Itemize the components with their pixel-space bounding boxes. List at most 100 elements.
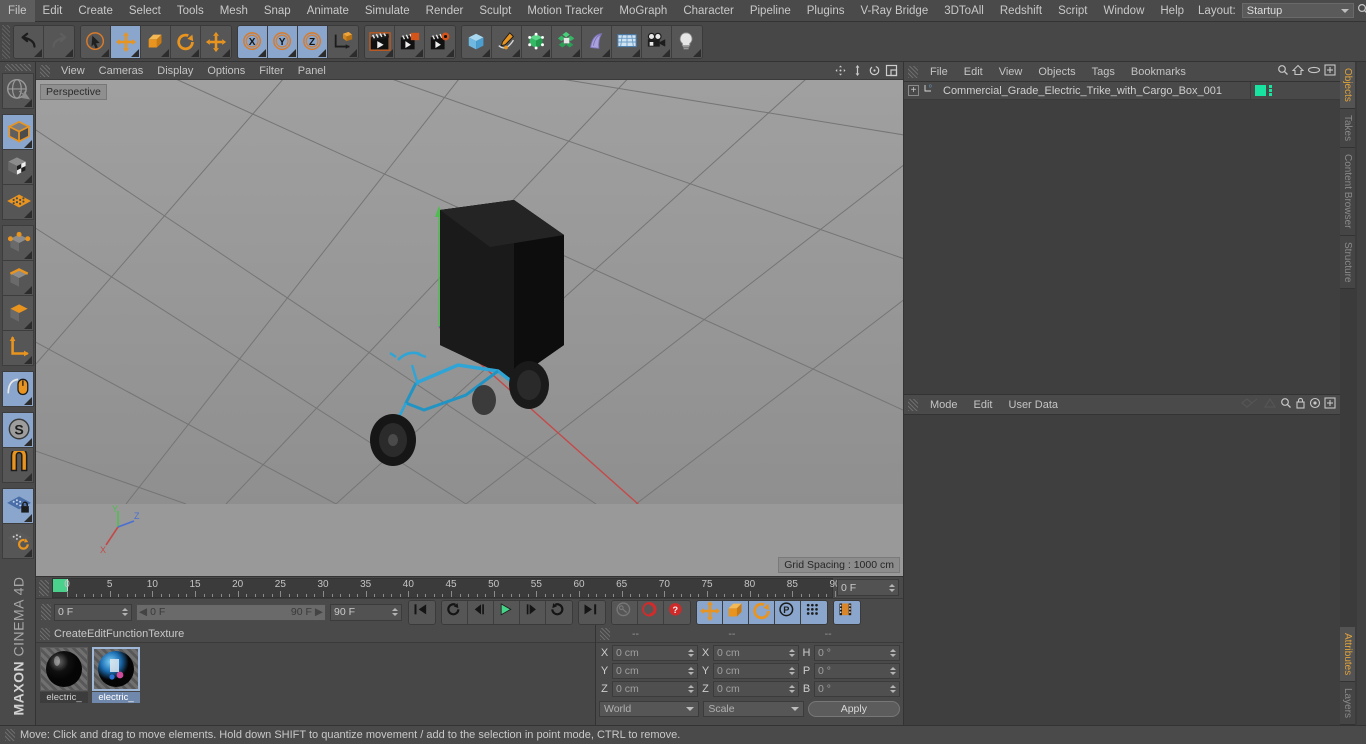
viewport-menu-panel[interactable]: Panel [291, 62, 333, 80]
orbit-icon[interactable] [867, 63, 882, 78]
expand-toggle-icon[interactable]: + [908, 85, 919, 96]
menu-script[interactable]: Script [1050, 0, 1095, 22]
attribute-menu-mode[interactable]: Mode [922, 395, 966, 415]
add-environment-button[interactable] [612, 25, 642, 58]
material-grip[interactable] [40, 627, 50, 640]
material-menu-texture[interactable]: Texture [148, 625, 184, 643]
menu-tools[interactable]: Tools [169, 0, 212, 22]
stepper-icon[interactable] [788, 667, 795, 675]
timeline-range-slider[interactable]: ◀ 0 F 90 F ▶ [136, 603, 326, 621]
palette-grip[interactable] [4, 64, 31, 71]
timeline-ruler[interactable]: 0 5 10 15 20 25 30 35 40 45 50 55 60 65 70 75 80 85 90 [52, 577, 841, 598]
attribute-menu-edit[interactable]: Edit [966, 395, 1001, 415]
world-object-coordinates[interactable] [328, 25, 358, 58]
rewind-button[interactable] [442, 600, 468, 624]
point-level-animation-toggle[interactable] [801, 600, 827, 624]
home-icon[interactable] [1291, 64, 1305, 79]
toolbar-grip[interactable] [2, 24, 10, 59]
coordinate-field[interactable]: 0 cm [612, 645, 698, 661]
scale-key-toggle[interactable] [723, 600, 749, 624]
keyframe-selection-button[interactable]: ? [664, 600, 690, 624]
timeline-mode-button[interactable] [834, 600, 860, 624]
vtab-layers[interactable]: Layers [1340, 681, 1355, 725]
dolly-icon[interactable] [850, 63, 865, 78]
attribute-menu-user-data[interactable]: User Data [1001, 395, 1067, 415]
stepper-icon[interactable] [391, 608, 398, 616]
menu-help[interactable]: Help [1152, 0, 1192, 22]
search-icon[interactable] [1277, 64, 1289, 79]
enable-snapping-button[interactable] [1, 371, 34, 407]
menu-animate[interactable]: Animate [299, 0, 357, 22]
menu-create[interactable]: Create [70, 0, 121, 22]
range-right-arrow-icon[interactable]: ▶ [315, 606, 323, 618]
timeline-grip[interactable] [39, 579, 49, 596]
material-menu-create[interactable]: Create [54, 625, 87, 643]
rotate-tool[interactable] [171, 25, 201, 58]
coordinate-field[interactable]: 0 cm [612, 663, 698, 679]
coordinate-field[interactable]: 0 cm [713, 663, 799, 679]
material-item[interactable]: electric_ [40, 647, 88, 721]
current-frame-field[interactable]: 0 F [837, 579, 899, 596]
coordinate-field[interactable]: 0 ° [814, 663, 900, 679]
move-tool[interactable] [111, 25, 141, 58]
vtab-objects[interactable]: Objects [1340, 62, 1355, 109]
menu-render[interactable]: Render [418, 0, 472, 22]
triangle-icon[interactable] [1263, 397, 1277, 412]
add-light-button[interactable] [672, 25, 702, 58]
stepper-icon[interactable] [788, 685, 795, 693]
record-active-objects-button[interactable] [612, 600, 638, 624]
soft-selection-button[interactable]: S [1, 412, 34, 448]
scale-tool[interactable] [141, 25, 171, 58]
points-mode-button[interactable] [1, 225, 34, 261]
add-camera-button[interactable] [642, 25, 672, 58]
scene-model-electric-trike[interactable] [366, 195, 596, 485]
menu-redshift[interactable]: Redshift [992, 0, 1050, 22]
lock-workplane-button[interactable] [1, 488, 34, 524]
render-settings-button[interactable] [425, 25, 455, 58]
menu-snap[interactable]: Snap [256, 0, 299, 22]
z-axis-lock[interactable]: Z [298, 25, 328, 58]
coordinate-system-select[interactable]: World [599, 701, 700, 717]
edges-mode-button[interactable] [1, 260, 34, 296]
render-region-button[interactable] [395, 25, 425, 58]
range-left-arrow-icon[interactable]: ◀ [139, 606, 147, 618]
apply-button[interactable]: Apply [807, 701, 900, 717]
stepper-icon[interactable] [788, 649, 795, 657]
make-editable-button[interactable] [1, 73, 34, 109]
redo-button[interactable] [44, 25, 74, 58]
stepper-icon[interactable] [687, 685, 694, 693]
add-deformer-button[interactable] [582, 25, 612, 58]
menu-select[interactable]: Select [121, 0, 169, 22]
object-tree[interactable]: +0 Commercial_Grade_Electric_Trike_with_C… [904, 81, 1340, 394]
magnet-tool-button[interactable] [1, 446, 34, 483]
render-view-button[interactable] [365, 25, 395, 58]
pan-icon[interactable] [833, 63, 848, 78]
add-generator-button[interactable] [522, 25, 552, 58]
vtab-content-browser[interactable]: Content Browser [1340, 148, 1355, 236]
coordinate-mode-select[interactable]: Scale [703, 701, 804, 717]
model-mode-button[interactable] [1, 114, 34, 150]
material-list[interactable]: electric_ electric_ [36, 643, 595, 725]
search-icon[interactable] [1280, 397, 1292, 412]
coordinate-field[interactable]: 0 ° [814, 681, 900, 697]
plus-box-icon[interactable] [1324, 64, 1336, 79]
forward-button[interactable] [546, 600, 572, 624]
material-item[interactable]: electric_ [92, 647, 140, 721]
autokeying-button[interactable] [638, 600, 664, 624]
viewport-grip[interactable] [40, 64, 50, 77]
menu-file[interactable]: File [0, 0, 35, 22]
coordinate-field[interactable]: 0 cm [713, 645, 799, 661]
coordinate-field[interactable]: 0 ° [814, 645, 900, 661]
texture-mode-button[interactable] [1, 149, 34, 185]
undo-button[interactable] [14, 25, 44, 58]
menu-pipeline[interactable]: Pipeline [742, 0, 799, 22]
vtab-structure[interactable]: Structure [1340, 235, 1355, 290]
planar-workplane-button[interactable] [1, 523, 34, 559]
vtab-attributes[interactable]: Attributes [1340, 626, 1355, 682]
object-menu-file[interactable]: File [922, 62, 956, 82]
menu-character[interactable]: Character [675, 0, 742, 22]
pla-key-toggle[interactable]: P [775, 600, 801, 624]
menu-v-ray-bridge[interactable]: V-Ray Bridge [852, 0, 936, 22]
layout-select[interactable]: Startup [1241, 3, 1354, 18]
attribute-manager-grip[interactable] [908, 398, 918, 411]
